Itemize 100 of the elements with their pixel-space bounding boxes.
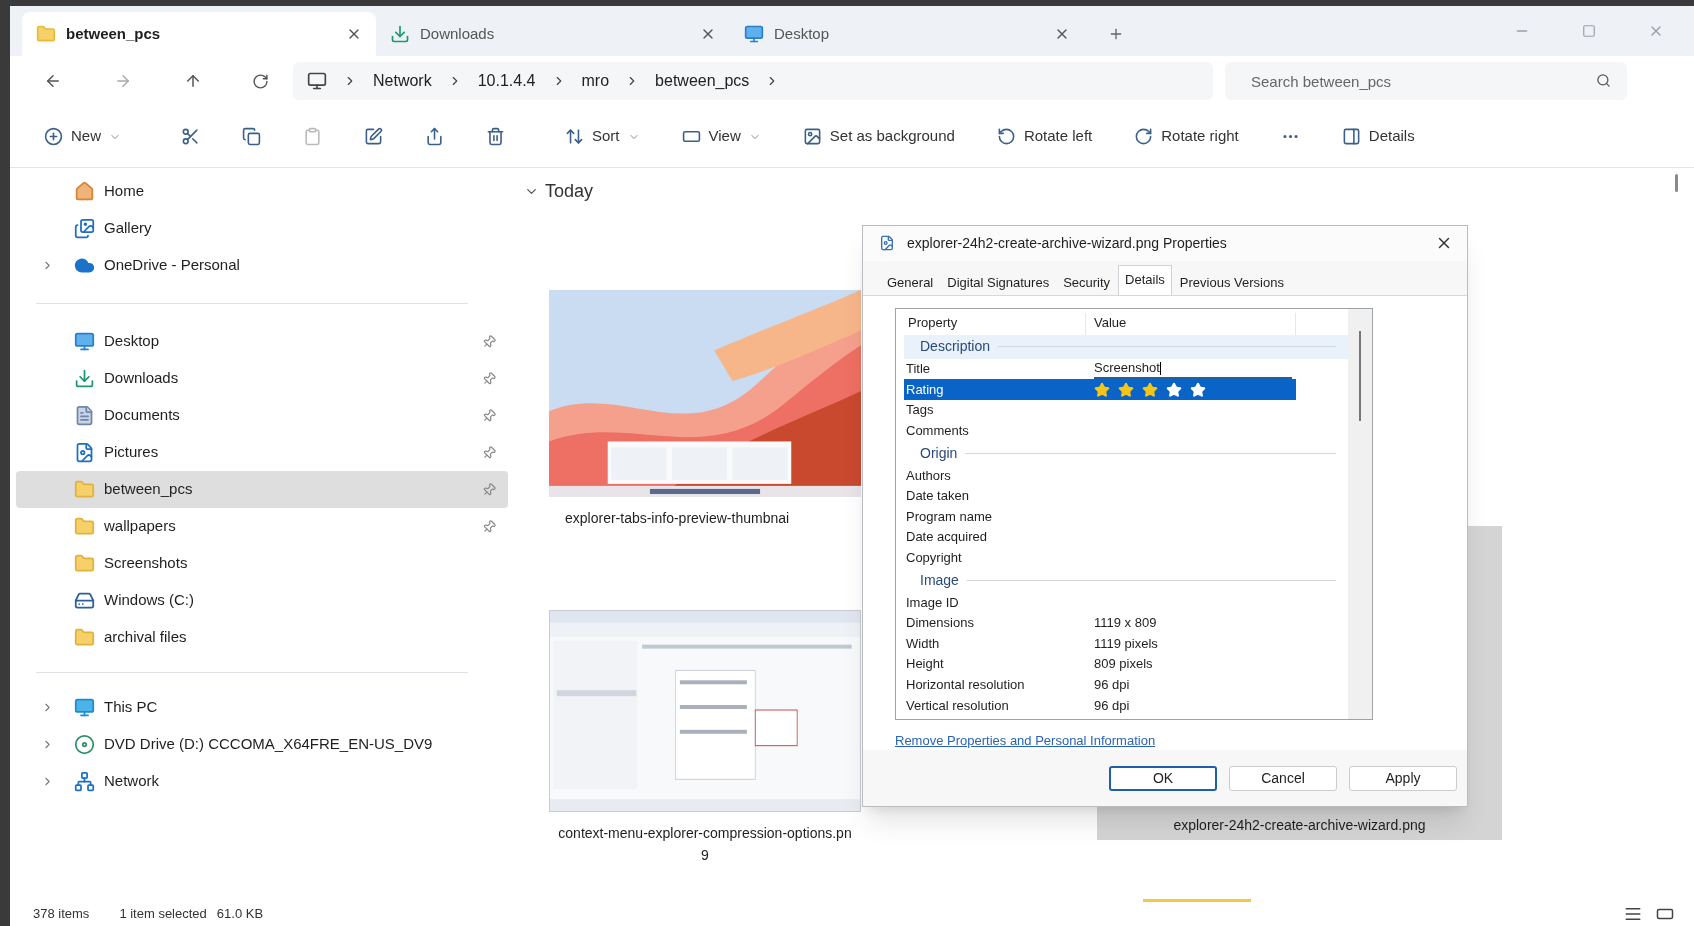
toolbar-button[interactable]: Sort: [559, 118, 646, 155]
sidebar-item[interactable]: Windows (C:): [16, 582, 508, 619]
property-value: 96 dpi: [1094, 696, 1130, 715]
sidebar-label: Screenshots: [104, 553, 189, 574]
dialog-button[interactable]: Cancel: [1229, 765, 1337, 791]
rotate-right-icon: [1134, 127, 1154, 146]
toolbar-button[interactable]: Rotate left: [990, 118, 1099, 155]
breadcrumb[interactable]: 10.1.4.4: [477, 69, 536, 93]
dialog-tab[interactable]: Digital Signatures: [941, 268, 1056, 295]
toolbar-button[interactable]: View: [675, 118, 767, 155]
sidebar-item[interactable]: wallpapers: [16, 508, 508, 545]
sidebar-item[interactable]: Pictures: [16, 434, 508, 471]
dialog-title: explorer-24h2-create-archive-wizard.png Properties: [907, 233, 1228, 253]
sidebar-item[interactable]: Screenshots: [16, 545, 508, 582]
sidebar-item[interactable]: Documents: [16, 397, 508, 434]
column-header[interactable]: Value: [1086, 312, 1296, 335]
property-name: Vertical resolution: [905, 696, 1010, 715]
details-view-icon[interactable]: [1624, 905, 1642, 923]
plus-icon: [44, 127, 63, 146]
property-name: Title: [905, 360, 932, 379]
star-rating[interactable]: [1094, 381, 1206, 398]
dialog-button[interactable]: OK: [1109, 765, 1217, 791]
column-header[interactable]: Property: [904, 312, 1086, 335]
sidebar-item[interactable]: Network: [16, 763, 508, 800]
dialog-tab[interactable]: Previous Versions: [1173, 268, 1290, 295]
tab-label: Desktop: [774, 23, 831, 44]
property-row[interactable]: Vertical resolution 96 dpi: [904, 694, 1296, 716]
sidebar-item[interactable]: Desktop: [16, 323, 508, 360]
property-row[interactable]: Rating: [904, 379, 1296, 400]
breadcrumb[interactable]: Network: [373, 69, 432, 93]
tab-label: Downloads: [420, 23, 496, 44]
tab[interactable]: Desktop: [730, 12, 1084, 56]
dialog-tab[interactable]: Security: [1057, 268, 1117, 295]
star-icon[interactable]: [1094, 381, 1110, 398]
property-value: 809 pixels: [1094, 655, 1153, 674]
toolbar-button[interactable]: New: [38, 118, 127, 155]
scrollbar-thumb[interactable]: [1675, 174, 1678, 192]
property-name: Copyright: [905, 548, 963, 567]
sidebar-item[interactable]: between_pcs: [16, 471, 508, 508]
download-icon: [390, 24, 410, 44]
monitor-icon: [307, 71, 327, 91]
tab[interactable]: Downloads: [376, 12, 730, 56]
sidebar-item[interactable]: Gallery: [16, 210, 508, 247]
dialog-button[interactable]: Apply: [1349, 765, 1457, 791]
property-value: 1119 x 809: [1094, 614, 1157, 633]
file-name: explorer-24h2-create-archive-wizard.png: [1173, 816, 1426, 835]
sidebar-item[interactable]: This PC: [16, 689, 508, 726]
search-field[interactable]: Search between_pcs: [1225, 62, 1627, 100]
dialog-tab[interactable]: General: [881, 268, 940, 295]
toolbar-button[interactable]: Set as background: [796, 118, 961, 155]
document-icon: [74, 405, 95, 426]
up-icon[interactable]: [184, 72, 202, 90]
monitor-icon: [744, 24, 764, 44]
sidebar-item[interactable]: DVD Drive (D:) CCCOMA_X64FRE_EN-US_DV9: [16, 726, 508, 763]
property-row[interactable]: Program name: [904, 506, 1296, 527]
star-icon[interactable]: [1118, 381, 1134, 398]
property-row[interactable]: Comments: [904, 420, 1296, 442]
property-row[interactable]: Image ID: [904, 592, 1296, 613]
file-tile[interactable]: explorer-tabs-info-preview-thumbnai: [549, 290, 861, 529]
property-name: Dimensions: [905, 614, 975, 633]
property-row[interactable]: Copyright: [904, 547, 1296, 568]
property-row[interactable]: Date acquired: [904, 526, 1296, 548]
property-row[interactable]: Width 1119 pixels: [904, 633, 1296, 654]
address-bar[interactable]: Network 10.1.4.4 mro between_pcs: [293, 62, 1213, 100]
property-row[interactable]: Height 809 pixels: [904, 653, 1296, 675]
toolbar-button[interactable]: Rotate right: [1128, 118, 1245, 155]
tab[interactable]: between_pcs: [22, 12, 376, 56]
section-heading: Image: [920, 570, 959, 590]
property-row[interactable]: Tags: [904, 399, 1296, 421]
sidebar-item[interactable]: archival files: [16, 619, 508, 656]
sidebar-label: Gallery: [104, 218, 153, 239]
sidebar-label: between_pcs: [104, 479, 194, 500]
sidebar-item[interactable]: Home: [16, 173, 508, 210]
property-name: Authors: [905, 466, 952, 485]
search-icon: [1596, 73, 1611, 88]
property-row[interactable]: Authors: [904, 465, 1296, 486]
property-row[interactable]: Dimensions 1119 x 809: [904, 612, 1296, 634]
section-heading: Description: [920, 337, 991, 357]
sidebar-item[interactable]: OneDrive - Personal: [16, 247, 508, 284]
refresh-icon[interactable]: [252, 72, 269, 90]
star-icon[interactable]: [1142, 381, 1158, 398]
toolbar-button[interactable]: Details: [1335, 118, 1421, 155]
rotate-left-icon: [996, 127, 1016, 146]
sidebar-label: Network: [104, 771, 160, 792]
sidebar-label: archival files: [104, 627, 188, 648]
breadcrumb[interactable]: between_pcs: [655, 69, 750, 93]
dialog-tab[interactable]: Details: [1118, 264, 1172, 295]
sidebar-item[interactable]: Downloads: [16, 360, 508, 397]
property-row[interactable]: Date taken: [904, 485, 1296, 507]
breadcrumb[interactable]: mro: [581, 69, 610, 93]
sidebar-label: DVD Drive (D:) CCCOMA_X64FRE_EN-US_DV9: [104, 734, 434, 755]
download-icon: [74, 368, 95, 389]
remove-properties-link[interactable]: Remove Properties and Personal Information: [895, 732, 1156, 748]
details-pane-icon: [1341, 127, 1361, 146]
new-tab-icon[interactable]: [1108, 26, 1124, 42]
selection-info: 1 item selected: [119, 905, 207, 924]
scrollbar-thumb[interactable]: [1359, 330, 1361, 421]
property-row[interactable]: Horizontal resolution 96 dpi: [904, 674, 1296, 695]
sidebar-label: Home: [104, 181, 145, 202]
back-icon[interactable]: [44, 72, 62, 90]
